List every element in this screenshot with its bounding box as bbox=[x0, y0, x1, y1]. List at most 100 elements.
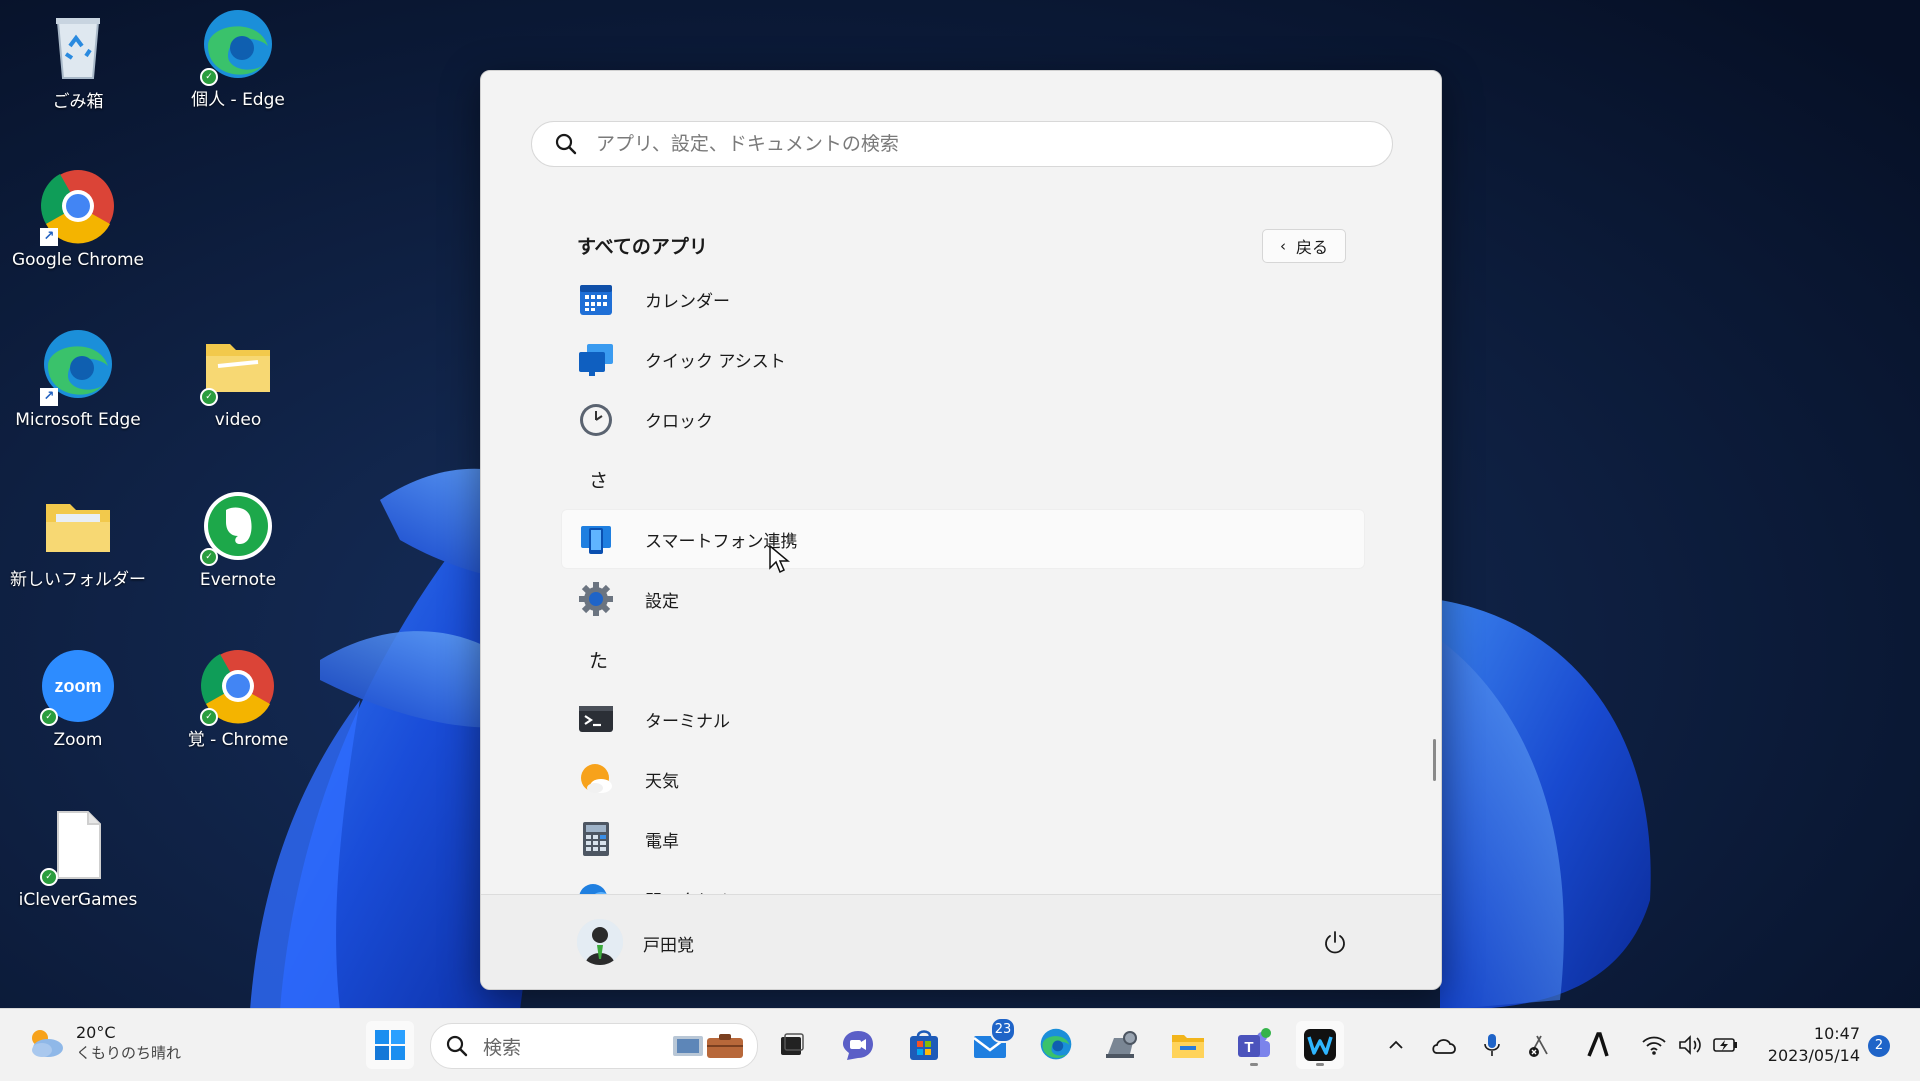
settings-icon bbox=[579, 582, 613, 616]
desktop-icon-label: Zoom bbox=[53, 730, 103, 750]
wifi-icon bbox=[1642, 1036, 1666, 1055]
zoom-icon: zoom ✓ bbox=[38, 646, 118, 726]
app-list-scrollbar[interactable] bbox=[1433, 739, 1436, 781]
app-item-terminal[interactable]: ターミナル bbox=[561, 689, 1365, 749]
power-icon bbox=[1325, 931, 1345, 954]
chrome-icon: ↗ bbox=[38, 166, 118, 246]
chat-icon bbox=[843, 1031, 873, 1060]
app-item-clock[interactable]: クロック bbox=[561, 389, 1365, 449]
back-button-label: 戻る bbox=[1295, 238, 1328, 257]
desktop-icon-label: 個人 - Edge bbox=[191, 90, 285, 110]
start-search-box[interactable] bbox=[531, 121, 1393, 167]
store-icon bbox=[910, 1030, 938, 1060]
desktop-icon-new-folder[interactable]: 新しいフォルダー bbox=[3, 486, 153, 591]
mouse-cursor-icon bbox=[769, 544, 790, 574]
taskbar-search-box[interactable]: 検索 bbox=[430, 1023, 758, 1069]
sync-status-icon: ✓ bbox=[200, 388, 218, 406]
volume-tray[interactable] bbox=[1676, 1031, 1704, 1059]
system-clock[interactable]: 10:47 2023/05/14 bbox=[1760, 1023, 1860, 1067]
app-item-label: 電卓 bbox=[645, 831, 679, 852]
back-button[interactable]: ‹ 戻る bbox=[1262, 229, 1346, 263]
notification-badge[interactable]: 2 bbox=[1868, 1035, 1890, 1057]
laptop-gear-icon bbox=[1106, 1031, 1137, 1058]
app-item-phone-link[interactable]: スマートフォン連携 bbox=[561, 509, 1365, 569]
desktop-icon-label: Google Chrome bbox=[11, 250, 145, 270]
taskbar-mail[interactable]: 23 bbox=[966, 1017, 1016, 1069]
power-button[interactable] bbox=[1317, 925, 1353, 961]
file-icon: ✓ bbox=[38, 806, 118, 886]
mail-unread-badge: 23 bbox=[990, 1017, 1016, 1043]
atok-tray[interactable] bbox=[1584, 1031, 1612, 1059]
weather-temperature: 20°C bbox=[76, 1023, 116, 1042]
start-button[interactable] bbox=[366, 1021, 414, 1069]
battery-tray[interactable] bbox=[1712, 1031, 1740, 1059]
desktop-icon-video-folder[interactable]: ✓ video bbox=[163, 326, 313, 431]
letter-header-sa[interactable]: さ bbox=[561, 449, 1365, 509]
taskbar-search-label: 検索 bbox=[483, 1036, 522, 1059]
clock-icon bbox=[580, 404, 612, 436]
letter-header-ta[interactable]: た bbox=[561, 629, 1365, 689]
a-logo-icon bbox=[1587, 1032, 1609, 1057]
microphone-tray[interactable] bbox=[1478, 1031, 1506, 1059]
clock-date: 2023/05/14 bbox=[1767, 1046, 1860, 1065]
running-indicator bbox=[1316, 1063, 1324, 1066]
desktop-icon-evernote[interactable]: ✓ Evernote bbox=[163, 486, 313, 591]
user-name[interactable]: 戸田覚 bbox=[643, 931, 694, 956]
app-item-calendar[interactable]: カレンダー bbox=[561, 269, 1365, 329]
all-apps-title: すべてのアプリ bbox=[577, 236, 708, 258]
taskbar-file-explorer[interactable] bbox=[1164, 1021, 1212, 1069]
start-menu-footer: 戸田覚 bbox=[481, 894, 1441, 989]
taskbar-teams[interactable]: T bbox=[1230, 1021, 1278, 1069]
evernote-icon: ✓ bbox=[198, 486, 278, 566]
running-indicator bbox=[1250, 1063, 1258, 1066]
desktop-icon-label: Evernote bbox=[199, 570, 277, 590]
microphone-icon bbox=[1484, 1034, 1500, 1056]
task-view-icon bbox=[781, 1033, 804, 1055]
taskbar-microsoft-store[interactable] bbox=[900, 1021, 948, 1069]
taskbar-task-view[interactable] bbox=[768, 1021, 816, 1069]
calendar-icon bbox=[580, 285, 612, 315]
weather-icon bbox=[581, 764, 612, 793]
folder-icon bbox=[38, 486, 118, 566]
desktop-icon-zoom[interactable]: zoom ✓ Zoom bbox=[3, 646, 153, 751]
sync-status-icon: ✓ bbox=[200, 708, 218, 726]
show-hidden-icons-button[interactable] bbox=[1382, 1031, 1410, 1059]
app-item-weather[interactable]: 天気 bbox=[561, 749, 1365, 809]
search-icon bbox=[446, 1035, 468, 1057]
taskbar-pc-settings[interactable] bbox=[1098, 1021, 1146, 1069]
desktop-icon-label: iCleverGames bbox=[18, 890, 138, 910]
desktop-icon-label: Microsoft Edge bbox=[15, 410, 141, 430]
svg-text:T: T bbox=[1244, 1039, 1253, 1056]
start-menu: すべてのアプリ ‹ 戻る カレンダー クイック アシスト bbox=[480, 70, 1442, 990]
app-item-quick-assist[interactable]: クイック アシスト bbox=[561, 329, 1365, 389]
sync-status-icon: ✓ bbox=[200, 68, 218, 86]
shortcut-arrow-icon: ↗ bbox=[40, 388, 58, 406]
weather-widget[interactable]: 20°C くもりのち晴れ bbox=[26, 1023, 181, 1063]
desktop-icon-edge-personal[interactable]: ✓ 個人 - Edge bbox=[163, 6, 313, 111]
desktop-icon-chrome-profile[interactable]: ✓ 覚 - Chrome bbox=[163, 646, 313, 751]
app-item-calculator[interactable]: 電卓 bbox=[561, 809, 1365, 869]
desktop-icon-google-chrome[interactable]: ↗ Google Chrome bbox=[3, 166, 153, 271]
battery-charging-icon bbox=[1713, 1038, 1737, 1052]
ime-icon bbox=[1529, 1035, 1548, 1057]
speaker-icon bbox=[1679, 1035, 1701, 1055]
search-icon bbox=[555, 133, 577, 155]
taskbar-edge[interactable] bbox=[1032, 1021, 1080, 1069]
app-item-settings[interactable]: 設定 bbox=[561, 569, 1365, 629]
desktop-icon-label: video bbox=[214, 410, 262, 430]
desktop-icon-recycle-bin[interactable]: ごみ箱 bbox=[3, 8, 153, 113]
desktop-icon-iclevergames[interactable]: ✓ iCleverGames bbox=[3, 806, 153, 911]
ime-tray[interactable] bbox=[1526, 1031, 1554, 1059]
app-item-label: クロック bbox=[645, 411, 713, 432]
onedrive-tray[interactable] bbox=[1430, 1031, 1458, 1059]
taskbar-active-app[interactable] bbox=[1296, 1021, 1344, 1069]
chevron-left-icon: ‹ bbox=[1279, 237, 1286, 255]
taskbar-chat[interactable] bbox=[834, 1021, 882, 1069]
folder-icon bbox=[1172, 1035, 1204, 1058]
wifi-tray[interactable] bbox=[1640, 1031, 1668, 1059]
edge-icon: ↗ bbox=[38, 326, 118, 406]
user-avatar[interactable] bbox=[577, 919, 623, 965]
start-search-input[interactable] bbox=[594, 132, 1392, 156]
sync-status-icon: ✓ bbox=[40, 868, 58, 886]
desktop-icon-microsoft-edge[interactable]: ↗ Microsoft Edge bbox=[3, 326, 153, 431]
